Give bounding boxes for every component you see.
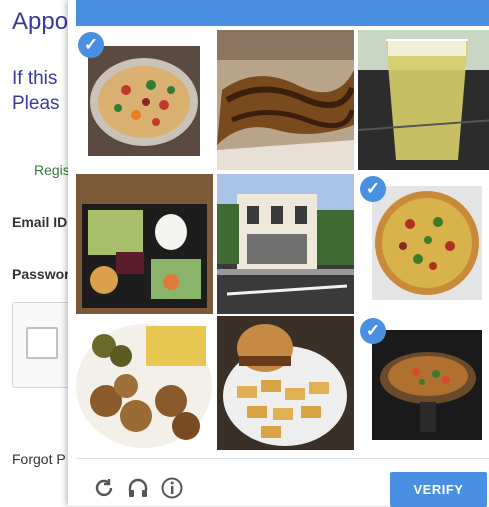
tile-pizza-on-pan[interactable]: ✓ <box>76 30 213 170</box>
headphones-icon[interactable] <box>126 476 150 500</box>
captcha-footer: VERIFY <box>76 458 489 507</box>
info-icon[interactable] <box>160 476 184 500</box>
tile-bento-box[interactable] <box>76 174 213 314</box>
tile-street-building[interactable] <box>217 174 354 314</box>
captcha-challenge-popup: ✓ ✓ ✓ VERIFY <box>68 0 489 507</box>
tile-burger-and-chips[interactable] <box>217 316 354 456</box>
recaptcha-checkbox[interactable] <box>26 327 58 359</box>
password-label: Passwor <box>12 266 70 282</box>
reload-icon[interactable] <box>92 476 116 500</box>
tile-chocolate-dessert[interactable] <box>217 30 354 170</box>
selected-check-icon: ✓ <box>78 32 104 58</box>
email-label: Email ID <box>12 214 68 230</box>
selected-check-icon: ✓ <box>360 318 386 344</box>
intro-text-line1: If this <box>12 68 58 89</box>
tile-fried-food-plate[interactable] <box>76 316 213 456</box>
selected-check-icon: ✓ <box>360 176 386 202</box>
tile-whole-pizza[interactable]: ✓ <box>358 174 489 314</box>
register-link[interactable]: Regis <box>34 162 70 178</box>
tile-glass-of-beer[interactable] <box>358 30 489 170</box>
page-title: Appo <box>12 8 69 35</box>
verify-button[interactable]: VERIFY <box>390 472 487 507</box>
tile-pizza-on-board[interactable]: ✓ <box>358 316 489 456</box>
forgot-password-link[interactable]: Forgot P <box>12 451 66 467</box>
captcha-header <box>76 0 489 26</box>
intro-text-line2: Pleas <box>12 93 60 114</box>
image-grid: ✓ ✓ ✓ <box>76 30 489 450</box>
